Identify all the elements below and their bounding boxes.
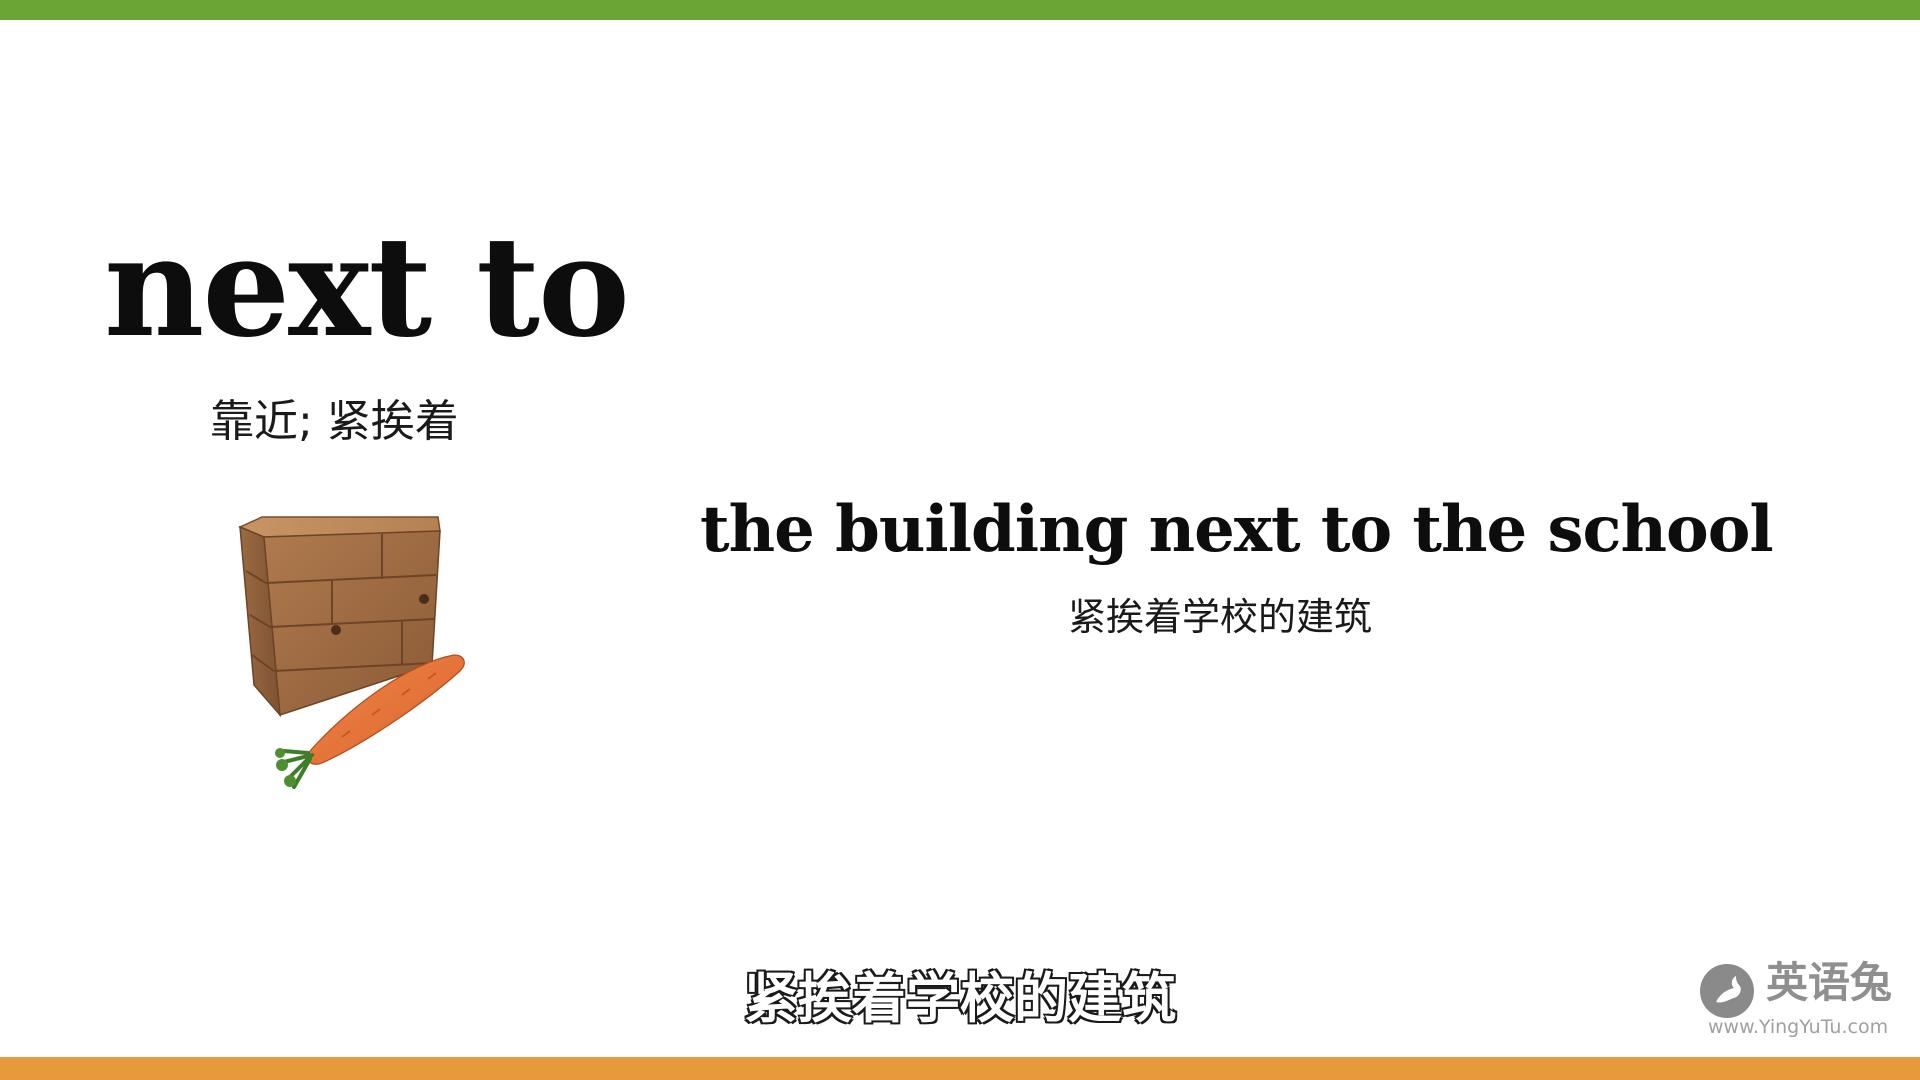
block-carrot-icon [238,516,465,789]
example-translation: 紧挨着学校的建筑 [1067,595,1372,639]
example-sentence: the building next to the school [700,492,1774,567]
watermark: 英语兔 www.YingYuTu.com [1700,962,1900,1042]
top-accent-bar [0,0,1920,20]
headword: next to [104,205,630,368]
bottom-accent-bar [0,1057,1920,1080]
watermark-name: 英语兔 [1766,958,1893,1007]
illustration [232,515,492,795]
rabbit-logo-icon [1700,964,1754,1018]
watermark-url: www.YingYuTu.com [1708,1016,1889,1038]
headword-meaning: 靠近; 紧挨着 [210,396,459,447]
video-subtitle: 紧挨着学校的建筑 [743,967,1177,1030]
